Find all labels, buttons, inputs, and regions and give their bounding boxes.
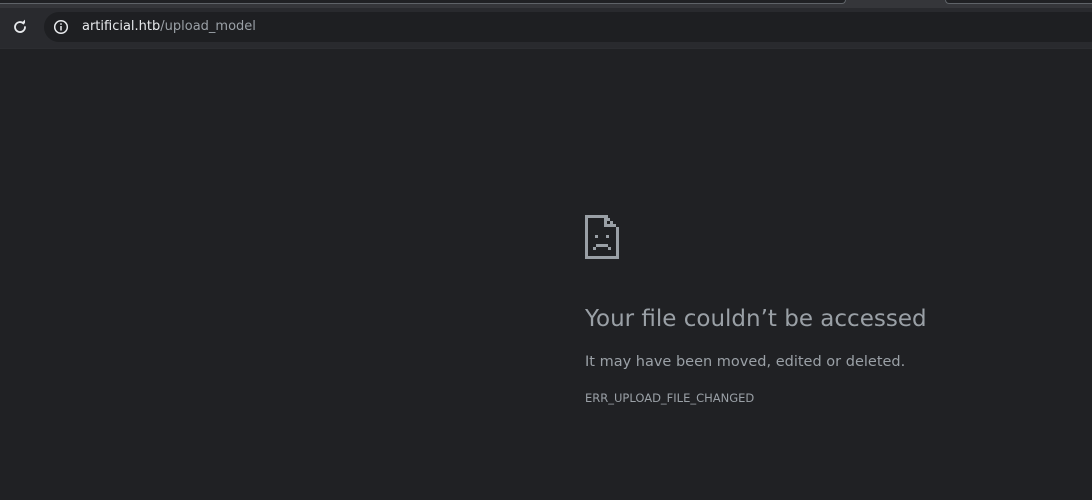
address-bar[interactable]: artificial.htb/upload_model [44,12,1092,42]
sad-file-icon [585,215,619,259]
info-circle-icon[interactable] [53,19,69,35]
next-tab-edge[interactable] [945,0,1092,4]
reload-icon [14,19,26,33]
error-code: ERR_UPLOAD_FILE_CHANGED [585,391,755,405]
reload-button[interactable] [6,13,34,41]
url-host: artificial.htb [82,19,161,34]
browser-toolbar: artificial.htb/upload_model [0,8,1092,49]
active-tab-edge[interactable] [0,0,846,4]
error-heading: Your file couldn’t be accessed [585,306,927,332]
url-text[interactable]: artificial.htb/upload_model [82,19,256,35]
url-path: /upload_model [160,19,256,34]
error-message: It may have been moved, edited or delete… [585,354,906,370]
